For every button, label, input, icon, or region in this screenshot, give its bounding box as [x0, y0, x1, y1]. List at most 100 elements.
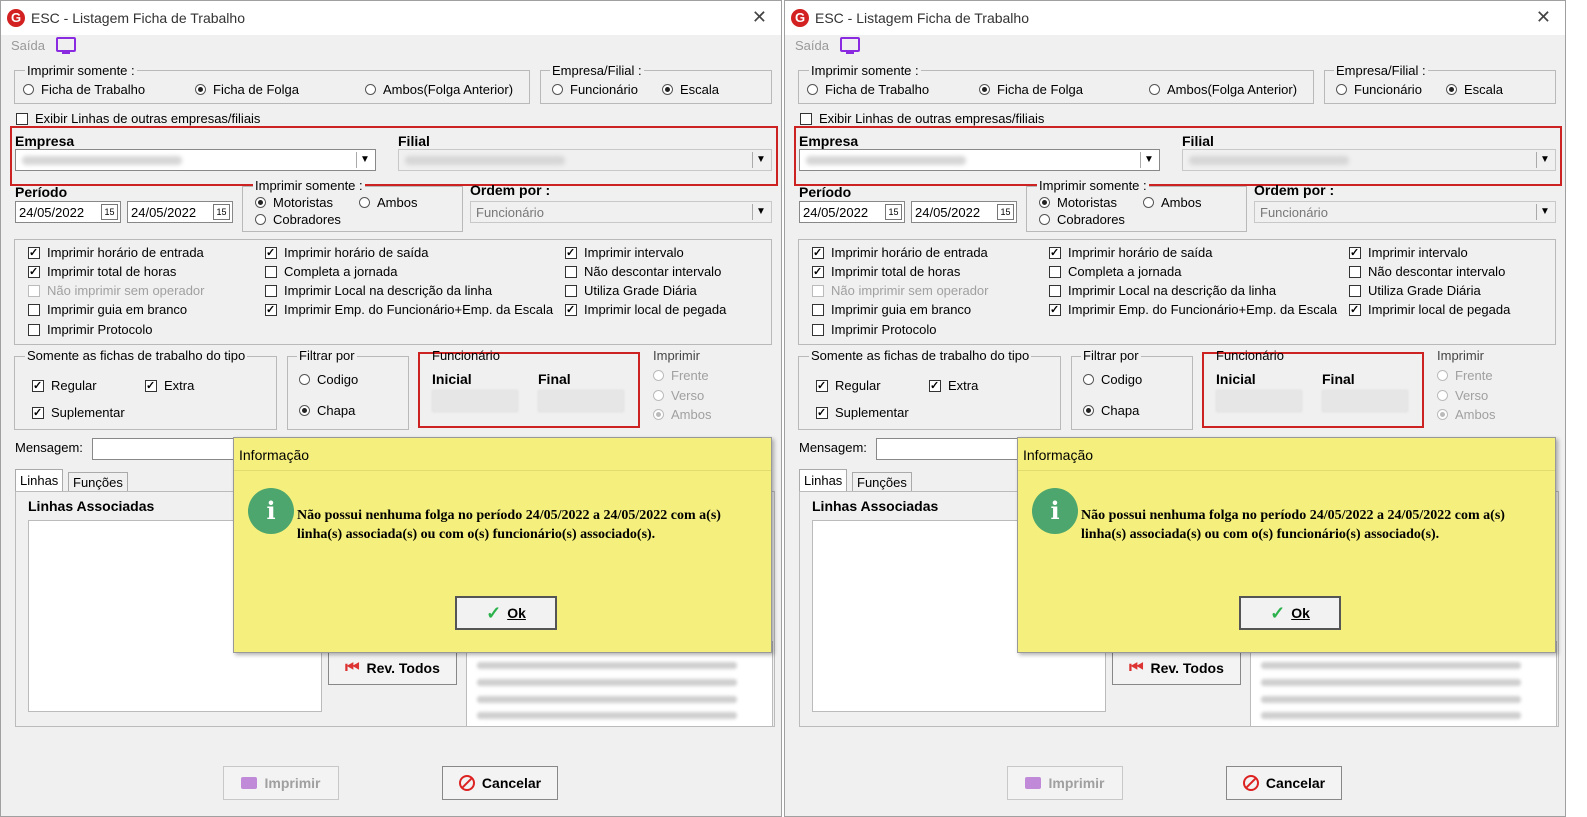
chk-intervalo[interactable]: Imprimir intervalo — [565, 245, 684, 260]
radio-cobradores[interactable]: Cobradores — [1039, 212, 1125, 227]
calendar-icon[interactable]: 15 — [101, 204, 118, 220]
radio-escala[interactable]: Escala — [1446, 82, 1503, 97]
chk-guia-branco[interactable]: Imprimir guia em branco — [28, 302, 187, 317]
chk-completa-jornada[interactable]: Completa a jornada — [265, 264, 397, 279]
chk-emp-funcionario-escala[interactable]: Imprimir Emp. do Funcionário+Emp. da Esc… — [1049, 302, 1337, 317]
radio-escala[interactable]: Escala — [662, 82, 719, 97]
list-item[interactable] — [477, 712, 737, 719]
chk-emp-funcionario-escala[interactable]: Imprimir Emp. do Funcionário+Emp. da Esc… — [265, 302, 553, 317]
imprimir-button[interactable]: Imprimir — [1007, 766, 1123, 800]
final-field[interactable] — [1322, 390, 1408, 412]
tab-funcoes[interactable]: Funções — [852, 472, 912, 492]
empresa-combo[interactable]: ▼ — [799, 149, 1160, 171]
chk-intervalo[interactable]: Imprimir intervalo — [1349, 245, 1468, 260]
periodo-end-field[interactable]: 24/05/2022 15 — [127, 201, 233, 223]
periodo-end-field[interactable]: 24/05/2022 15 — [911, 201, 1017, 223]
list-item[interactable] — [1261, 696, 1521, 703]
chk-local-descricao[interactable]: Imprimir Local na descrição da linha — [265, 283, 492, 298]
chevron-down-icon[interactable]: ▼ — [1536, 152, 1553, 168]
chk-extra[interactable]: Extra — [145, 378, 194, 393]
chk-nao-imprimir-sem-operador[interactable]: Não imprimir sem operador — [28, 283, 205, 298]
radio-ficha-folga[interactable]: Ficha de Folga — [195, 82, 299, 97]
close-icon[interactable]: ✕ — [1536, 7, 1551, 28]
chk-local-pegada[interactable]: Imprimir local de pegada — [1349, 302, 1510, 317]
menu-saida[interactable]: Saída — [795, 38, 829, 53]
calendar-icon[interactable]: 15 — [213, 204, 230, 220]
chk-guia-branco[interactable]: Imprimir guia em branco — [812, 302, 971, 317]
radio-ambos[interactable]: Ambos — [1143, 195, 1201, 210]
chk-total-horas[interactable]: Imprimir total de horas — [812, 264, 960, 279]
chk-local-descricao[interactable]: Imprimir Local na descrição da linha — [1049, 283, 1276, 298]
chevron-down-icon[interactable]: ▼ — [1536, 204, 1553, 220]
empresa-combo[interactable]: ▼ — [15, 149, 376, 171]
calendar-icon[interactable]: 15 — [997, 204, 1014, 220]
radio-frente[interactable]: Frente — [1437, 368, 1493, 383]
exibir-linhas-checkbox[interactable]: Exibir Linhas de outras empresas/filiais — [800, 111, 1044, 126]
chk-regular[interactable]: Regular — [816, 378, 881, 393]
chk-horario-saida[interactable]: Imprimir horário de saída — [265, 245, 429, 260]
radio-ambos[interactable]: Ambos — [359, 195, 417, 210]
radio-codigo[interactable]: Codigo — [1083, 372, 1142, 387]
chevron-down-icon[interactable]: ▼ — [356, 152, 373, 168]
chk-grade-diaria[interactable]: Utiliza Grade Diária — [565, 283, 697, 298]
inicial-field[interactable] — [1216, 390, 1302, 412]
monitor-icon[interactable] — [840, 37, 860, 54]
final-field[interactable] — [538, 390, 624, 412]
radio-verso[interactable]: Verso — [653, 388, 704, 403]
chk-regular[interactable]: Regular — [32, 378, 97, 393]
cancelar-button[interactable]: Cancelar — [442, 766, 558, 800]
radio-ficha-folga[interactable]: Ficha de Folga — [979, 82, 1083, 97]
list-item[interactable] — [1261, 662, 1521, 669]
radio-ficha-trabalho[interactable]: Ficha de Trabalho — [23, 82, 145, 97]
chk-suplementar[interactable]: Suplementar — [816, 405, 909, 420]
calendar-icon[interactable]: 15 — [885, 204, 902, 220]
ordem-combo[interactable]: Funcionário ▼ — [1254, 201, 1556, 223]
tab-linhas[interactable]: Linhas — [15, 469, 64, 492]
chevron-down-icon[interactable]: ▼ — [1140, 152, 1157, 168]
rev-todos-button[interactable]: ⏮ Rev. Todos — [328, 651, 457, 685]
linhas-disponiveis-list[interactable] — [466, 641, 773, 727]
radio-chapa[interactable]: Chapa — [1083, 403, 1139, 418]
radio-verso[interactable]: Verso — [1437, 388, 1488, 403]
chk-suplementar[interactable]: Suplementar — [32, 405, 125, 420]
exibir-linhas-checkbox[interactable]: Exibir Linhas de outras empresas/filiais — [16, 111, 260, 126]
menu-saida[interactable]: Saída — [11, 38, 45, 53]
radio-funcionario[interactable]: Funcionário — [552, 82, 638, 97]
cancelar-button[interactable]: Cancelar — [1226, 766, 1342, 800]
tab-funcoes[interactable]: Funções — [68, 472, 128, 492]
list-item[interactable] — [1261, 712, 1521, 719]
radio-ambos-folga[interactable]: Ambos(Folga Anterior) — [1149, 82, 1297, 97]
periodo-start-field[interactable]: 24/05/2022 15 — [15, 201, 121, 223]
chk-horario-entrada[interactable]: Imprimir horário de entrada — [28, 245, 204, 260]
list-item[interactable] — [477, 696, 737, 703]
radio-ambos-folga[interactable]: Ambos(Folga Anterior) — [365, 82, 513, 97]
filial-combo[interactable]: ▼ — [1182, 149, 1556, 171]
radio-motoristas[interactable]: Motoristas — [255, 195, 333, 210]
radio-frente[interactable]: Frente — [653, 368, 709, 383]
radio-cobradores[interactable]: Cobradores — [255, 212, 341, 227]
chk-grade-diaria[interactable]: Utiliza Grade Diária — [1349, 283, 1481, 298]
chk-horario-saida[interactable]: Imprimir horário de saída — [1049, 245, 1213, 260]
list-item[interactable] — [477, 679, 737, 686]
filial-combo[interactable]: ▼ — [398, 149, 772, 171]
chk-nao-descontar-intervalo[interactable]: Não descontar intervalo — [1349, 264, 1505, 279]
chk-total-horas[interactable]: Imprimir total de horas — [28, 264, 176, 279]
radio-ficha-trabalho[interactable]: Ficha de Trabalho — [807, 82, 929, 97]
chk-extra[interactable]: Extra — [929, 378, 978, 393]
ordem-combo[interactable]: Funcionário ▼ — [470, 201, 772, 223]
inicial-field[interactable] — [432, 390, 518, 412]
linhas-disponiveis-list[interactable] — [1250, 641, 1557, 727]
rev-todos-button[interactable]: ⏮ Rev. Todos — [1112, 651, 1241, 685]
radio-ambos-lado[interactable]: Ambos — [1437, 407, 1495, 422]
ok-button[interactable]: ✓ Ok — [1239, 596, 1341, 630]
chevron-down-icon[interactable]: ▼ — [752, 152, 769, 168]
chk-protocolo[interactable]: Imprimir Protocolo — [812, 322, 936, 337]
chk-completa-jornada[interactable]: Completa a jornada — [1049, 264, 1181, 279]
ok-button[interactable]: ✓ Ok — [455, 596, 557, 630]
list-item[interactable] — [1261, 679, 1521, 686]
imprimir-button[interactable]: Imprimir — [223, 766, 339, 800]
chk-horario-entrada[interactable]: Imprimir horário de entrada — [812, 245, 988, 260]
tab-linhas[interactable]: Linhas — [799, 469, 848, 492]
radio-ambos-lado[interactable]: Ambos — [653, 407, 711, 422]
radio-motoristas[interactable]: Motoristas — [1039, 195, 1117, 210]
